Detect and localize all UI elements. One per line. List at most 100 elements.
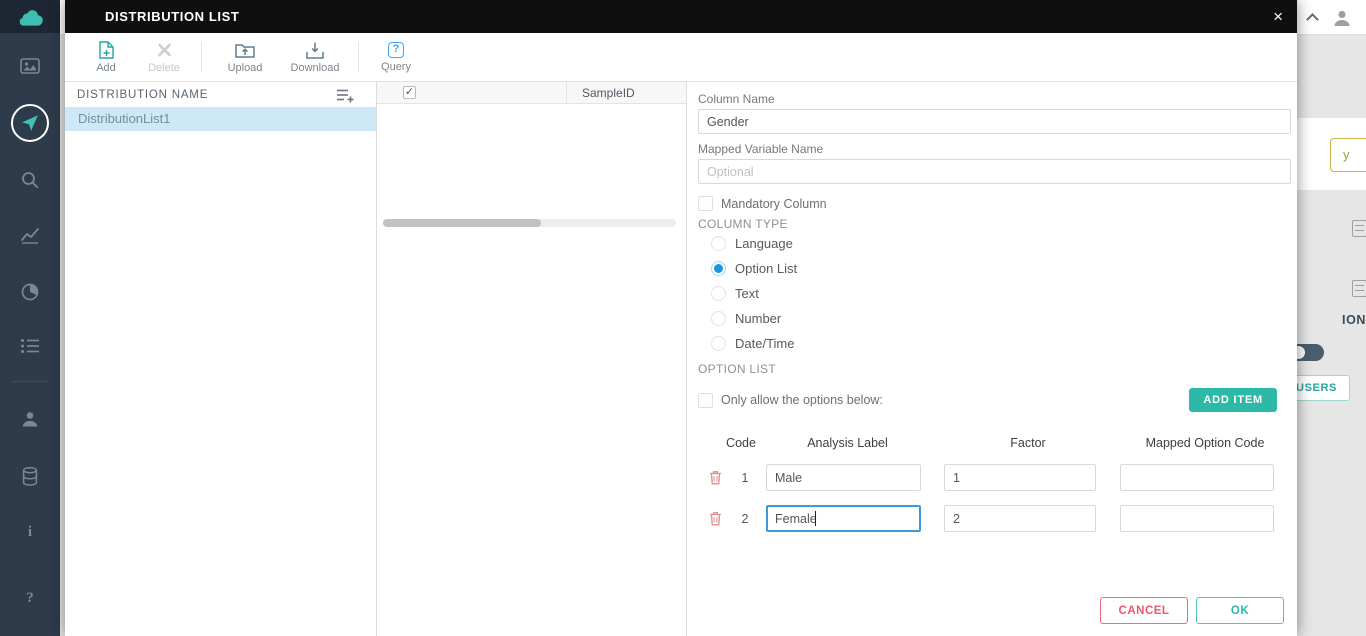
list-panel-header: DISTRIBUTION NAME (65, 82, 376, 107)
delete-row-button[interactable] (698, 470, 732, 485)
pie-chart-icon (21, 283, 39, 301)
mapped-variable-label: Mapped Variable Name (698, 142, 824, 156)
sidebar-item-database[interactable] (22, 467, 38, 486)
list-item-selected[interactable]: DistributionList1 (65, 107, 376, 131)
list-panel-title: DISTRIBUTION NAME (77, 88, 209, 101)
sidebar-item-lists[interactable] (20, 338, 40, 354)
query-label: Query (381, 60, 411, 73)
grid-sampleid-header[interactable]: SampleID (567, 82, 686, 103)
radio-text-label: Text (735, 286, 759, 301)
sidebar-item-analytics[interactable] (20, 226, 40, 244)
option-list-section-label: OPTION LIST (698, 362, 776, 376)
radio-icon (711, 336, 726, 351)
image-icon (20, 58, 40, 74)
mandatory-label: Mandatory Column (721, 196, 827, 211)
toolbar-separator (201, 42, 202, 72)
sidebar-item-info[interactable]: i (28, 524, 32, 541)
factor-input-2[interactable] (944, 505, 1096, 532)
search-icon (22, 172, 39, 189)
radio-text[interactable]: Text (711, 281, 1291, 306)
only-allow-checkbox[interactable] (698, 392, 713, 408)
analysis-label-input-1[interactable] (766, 464, 921, 491)
mandatory-column-row: Mandatory Column (698, 196, 1291, 211)
mapped-code-input-2[interactable] (1120, 505, 1274, 532)
sidebar-item-users[interactable] (21, 410, 39, 428)
scrollbar-thumb[interactable] (383, 219, 542, 227)
radio-icon (711, 286, 726, 301)
horizontal-scrollbar[interactable] (383, 219, 676, 227)
radio-datetime[interactable]: Date/Time (711, 331, 1291, 356)
focused-input-wrap (766, 505, 921, 532)
distribution-list-panel: DISTRIBUTION NAME DistributionList1 (65, 82, 377, 636)
query-button[interactable]: ? Query (367, 41, 425, 73)
radio-option-list-label: Option List (735, 261, 798, 276)
grid-header-row: ✓ SampleID (377, 82, 686, 104)
radio-icon (711, 236, 726, 251)
radio-icon (711, 311, 726, 326)
info-icon: i (27, 524, 33, 540)
factor-header: Factor (1010, 436, 1046, 450)
download-button[interactable]: Download (280, 41, 350, 74)
toolbar-separator-2 (358, 42, 359, 72)
sidebar-item-dashboard[interactable] (20, 282, 40, 302)
query-icon: ? (388, 41, 404, 58)
sample-grid-panel: ✓ SampleID (377, 82, 687, 636)
distribution-list-modal: DISTRIBUTION LIST × Add Delete Upload Do… (65, 0, 1297, 636)
delete-x-icon (157, 43, 171, 56)
download-icon (306, 42, 324, 59)
upload-button[interactable]: Upload (210, 41, 280, 74)
analysis-label-input-2[interactable] (766, 505, 921, 532)
sidebar-item-distribution[interactable] (11, 104, 49, 142)
add-button[interactable]: Add (77, 40, 135, 74)
code-header: Code (726, 436, 756, 450)
user-avatar-icon[interactable] (1332, 8, 1352, 33)
factor-input-1[interactable] (944, 464, 1096, 491)
option-row-2: 2 (698, 505, 1291, 532)
grid-select-all-cell: ✓ (377, 82, 567, 103)
radio-datetime-label: Date/Time (735, 336, 795, 351)
partial-note-icon[interactable] (1352, 220, 1366, 237)
close-icon[interactable]: × (1273, 8, 1283, 25)
column-type-section-label: COLUMN TYPE (698, 217, 788, 231)
row-code: 1 (741, 470, 749, 485)
modal-header: DISTRIBUTION LIST × (65, 0, 1297, 33)
trash-icon (709, 512, 721, 526)
paper-plane-icon (22, 115, 38, 131)
ok-button[interactable]: OK (1196, 597, 1284, 624)
sidebar-item-help[interactable]: ? (26, 590, 34, 607)
modal-toolbar: Add Delete Upload Download ? Query (65, 33, 1297, 82)
app-logo[interactable] (0, 0, 60, 33)
cancel-button[interactable]: CANCEL (1100, 597, 1188, 624)
radio-number-label: Number (735, 311, 782, 326)
radio-language[interactable]: Language (711, 231, 1291, 256)
column-editor-form: Column Name Mapped Variable Name Mandato… (687, 82, 1297, 636)
mandatory-checkbox[interactable] (698, 196, 713, 211)
upload-icon (235, 43, 255, 58)
partial-note-icon-2[interactable] (1352, 280, 1366, 297)
radio-language-label: Language (735, 236, 793, 251)
download-label: Download (290, 61, 340, 74)
playlist-add-icon[interactable] (336, 88, 354, 108)
question-icon: ? (26, 590, 34, 606)
analysis-label-header: Analysis Label (807, 436, 888, 450)
column-type-radios: Language Option List Text Number Date/Ti… (711, 231, 1291, 356)
mapped-variable-input[interactable] (698, 159, 1291, 184)
delete-row-button-2[interactable] (698, 511, 732, 526)
add-item-button[interactable]: ADD ITEM (1189, 388, 1277, 412)
sidebar-item-search[interactable] (20, 170, 40, 190)
column-name-input[interactable] (698, 109, 1291, 134)
radio-option-list[interactable]: Option List (711, 256, 1291, 281)
partial-button-yellow[interactable]: y (1330, 138, 1366, 172)
row-code-2: 2 (741, 511, 749, 526)
active-indicator (11, 104, 49, 142)
sidebar-divider (12, 381, 48, 382)
text-caret (815, 511, 816, 526)
modal-title: DISTRIBUTION LIST (105, 9, 240, 24)
sidebar-item-media[interactable] (20, 57, 40, 75)
mapped-code-input-1[interactable] (1120, 464, 1274, 491)
select-all-checkbox[interactable]: ✓ (403, 86, 416, 99)
options-table-header: Code Analysis Label Factor Mapped Option… (698, 436, 1291, 450)
mapped-option-code-header: Mapped Option Code (1145, 436, 1265, 450)
radio-number[interactable]: Number (711, 306, 1291, 331)
delete-button[interactable]: Delete (135, 41, 193, 74)
